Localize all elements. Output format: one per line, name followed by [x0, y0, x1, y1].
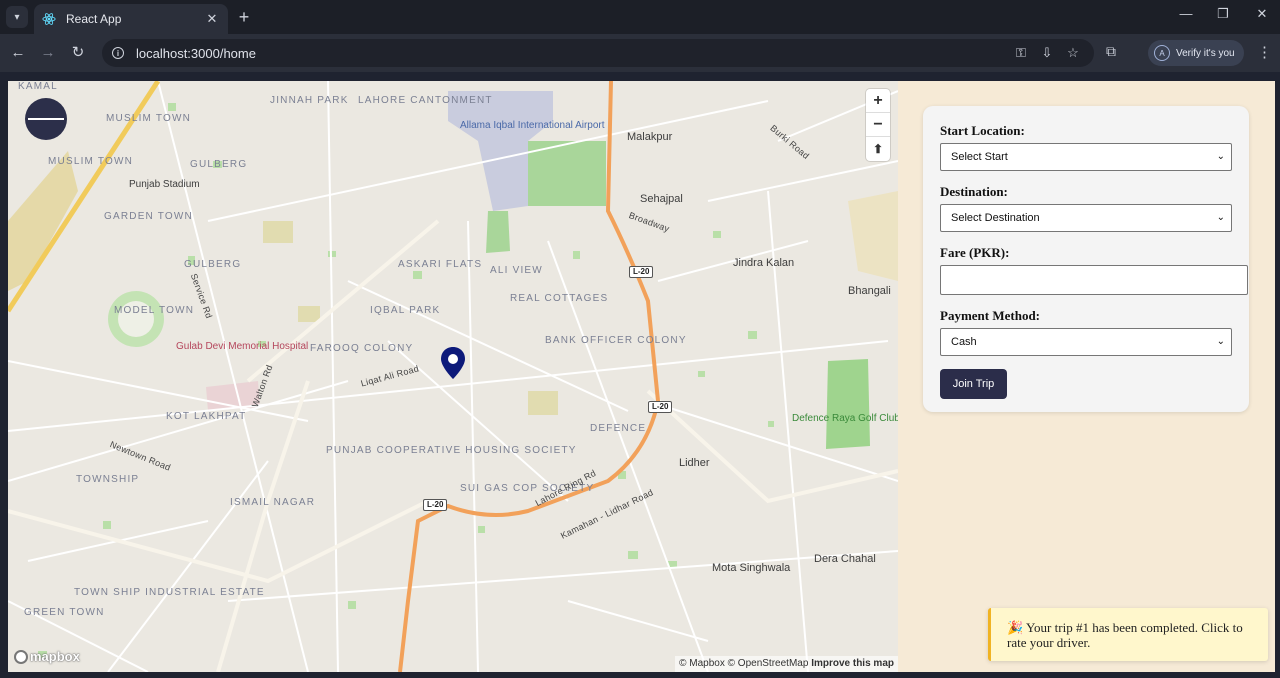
map-label: ALI VIEW	[490, 265, 543, 276]
page: KAMAL MUSLIM TOWN MUSLIM TOWN JINNAH PAR…	[8, 81, 1275, 672]
start-location-label: Start Location:	[940, 123, 1025, 138]
map-label: Bhangali	[848, 285, 891, 297]
map-label: Dera Chahal	[814, 553, 876, 565]
map-label: REAL COTTAGES	[510, 293, 609, 304]
map-label: KAMAL	[18, 81, 58, 92]
chevron-down-icon: ⌄	[1216, 336, 1225, 347]
map-label: Sehajpal	[640, 193, 683, 205]
map-label: ASKARI FLATS	[398, 259, 483, 270]
destination-value: Select Destination	[951, 212, 1040, 224]
highway-shield: L-20	[629, 266, 654, 278]
attribution-mapbox-link[interactable]: © Mapbox	[679, 658, 725, 669]
map-label: DEFENCE	[590, 423, 647, 434]
map-zoom-controls: + − ⬆	[866, 89, 890, 161]
map-label: Mota Singhwala	[712, 562, 791, 574]
airport-label: Allama Iqbal International Airport	[460, 120, 605, 131]
react-icon	[42, 13, 56, 25]
avatar: A	[1154, 45, 1170, 61]
forward-icon[interactable]: →	[37, 42, 59, 64]
map-attribution: © Mapbox © OpenStreetMap Improve this ma…	[675, 656, 898, 672]
mapbox-logo-text: mapbox	[30, 649, 80, 664]
zoom-out-icon[interactable]: −	[866, 113, 890, 137]
golf-club-label: Defence Raya Golf Club	[792, 413, 898, 424]
map-label: IQBAL PARK	[370, 305, 441, 316]
browser-menu-icon[interactable]: ⋮	[1257, 43, 1272, 61]
map-label: MUSLIM TOWN	[106, 113, 192, 124]
browser-tabbar: ▾ React App ✕ + — ❐ ✕	[0, 0, 1280, 34]
mapbox-logo[interactable]: mapbox	[14, 649, 80, 664]
map-label: Malakpur	[627, 131, 673, 143]
map-label: PUNJAB COOPERATIVE HOUSING SOCIETY	[326, 445, 577, 456]
tab-title: React App	[66, 12, 122, 26]
map-label: GULBERG	[190, 159, 248, 170]
mapbox-icon	[14, 649, 28, 664]
profile-button[interactable]: A Verify it's you	[1148, 40, 1244, 66]
payment-method-value: Cash	[951, 336, 977, 348]
tab-search-icon[interactable]: ▾	[6, 6, 28, 28]
map-label: FAROOQ COLONY	[310, 343, 414, 354]
trip-form-card: Start Location: Select Start ⌄ Destinati…	[923, 106, 1249, 412]
map-label: ISMAIL NAGAR	[230, 497, 316, 508]
map-label: BANK OFFICER COLONY	[545, 335, 687, 346]
map-label: TOWNSHIP	[76, 474, 140, 485]
destination-select[interactable]: Select Destination ⌄	[940, 204, 1232, 232]
close-window-icon[interactable]: ✕	[1252, 6, 1272, 22]
restore-icon[interactable]: ❐	[1213, 6, 1233, 22]
location-pin-icon[interactable]	[441, 347, 465, 379]
bookmark-star-icon[interactable]: ☆	[1064, 45, 1082, 61]
compass-icon[interactable]: ⬆	[866, 137, 890, 161]
map-label: LAHORE CANTONMENT	[358, 95, 493, 106]
start-location-select[interactable]: Select Start ⌄	[940, 143, 1232, 171]
map-label: MODEL TOWN	[114, 305, 195, 316]
reload-icon[interactable]: ↻	[67, 42, 89, 64]
minimize-icon[interactable]: —	[1176, 6, 1196, 21]
app-logo	[25, 98, 67, 140]
toast-message[interactable]: Your trip #1 has been completed. Click t…	[1007, 620, 1243, 650]
browser-tab[interactable]: React App ✕	[34, 4, 228, 34]
hospital-label: Gulab Devi Memorial Hospital	[176, 341, 309, 352]
payment-method-label: Payment Method:	[940, 308, 1041, 323]
tab-close-icon[interactable]: ✕	[204, 11, 220, 27]
fare-input[interactable]	[940, 265, 1248, 295]
fare-label: Fare (PKR):	[940, 245, 1010, 260]
highway-shield: L-20	[648, 401, 673, 413]
url-text[interactable]: localhost:3000/home	[136, 46, 256, 61]
map-label: GULBERG	[184, 259, 242, 270]
profile-label: Verify it's you	[1176, 47, 1235, 59]
map-label: KOT LAKHPAT	[166, 411, 247, 422]
attribution-osm-link[interactable]: © OpenStreetMap	[728, 658, 809, 669]
chevron-down-icon: ⌄	[1216, 151, 1225, 162]
join-trip-button[interactable]: Join Trip	[940, 369, 1007, 399]
payment-method-select[interactable]: Cash ⌄	[940, 328, 1232, 356]
party-icon: 🎉	[1007, 620, 1024, 635]
password-key-icon[interactable]: ⚿	[1012, 45, 1030, 61]
start-location-value: Select Start	[951, 151, 1008, 163]
new-tab-icon[interactable]: +	[234, 6, 254, 28]
site-info-icon[interactable]: i	[112, 47, 124, 59]
map[interactable]: KAMAL MUSLIM TOWN MUSLIM TOWN JINNAH PAR…	[8, 81, 898, 672]
extensions-icon[interactable]: ⧉	[1106, 43, 1116, 60]
map-label: MUSLIM TOWN	[48, 156, 134, 167]
map-label: Lidher	[679, 457, 710, 469]
map-label: GARDEN TOWN	[104, 211, 193, 222]
zoom-in-icon[interactable]: +	[866, 89, 890, 113]
map-label: GREEN TOWN	[24, 607, 105, 618]
map-label: TOWN SHIP INDUSTRIAL ESTATE	[74, 587, 265, 598]
back-icon[interactable]: ←	[7, 42, 29, 64]
install-app-icon[interactable]: ⇩	[1038, 45, 1056, 61]
improve-map-link[interactable]: Improve this map	[811, 658, 894, 669]
map-label: Jindra Kalan	[733, 257, 795, 269]
destination-label: Destination:	[940, 184, 1008, 199]
map-label: SUI GAS COP SOCIETY	[460, 483, 595, 494]
map-label: Punjab Stadium	[129, 179, 200, 190]
trip-completed-toast[interactable]: 🎉 Your trip #1 has been completed. Click…	[988, 608, 1268, 661]
highway-shield: L-20	[423, 499, 448, 511]
browser-toolbar: ← → ↻ i localhost:3000/home ⚿ ⇩ ☆	[0, 34, 1280, 72]
address-bar[interactable]: i localhost:3000/home ⚿ ⇩ ☆	[102, 39, 1094, 67]
chevron-down-icon: ⌄	[1216, 212, 1225, 223]
map-label: JINNAH PARK	[270, 95, 349, 106]
